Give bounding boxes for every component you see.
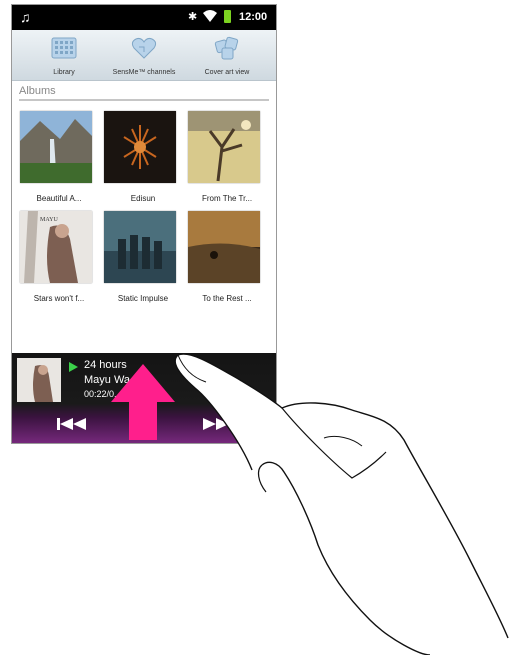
pointing-hand-icon	[174, 353, 509, 655]
